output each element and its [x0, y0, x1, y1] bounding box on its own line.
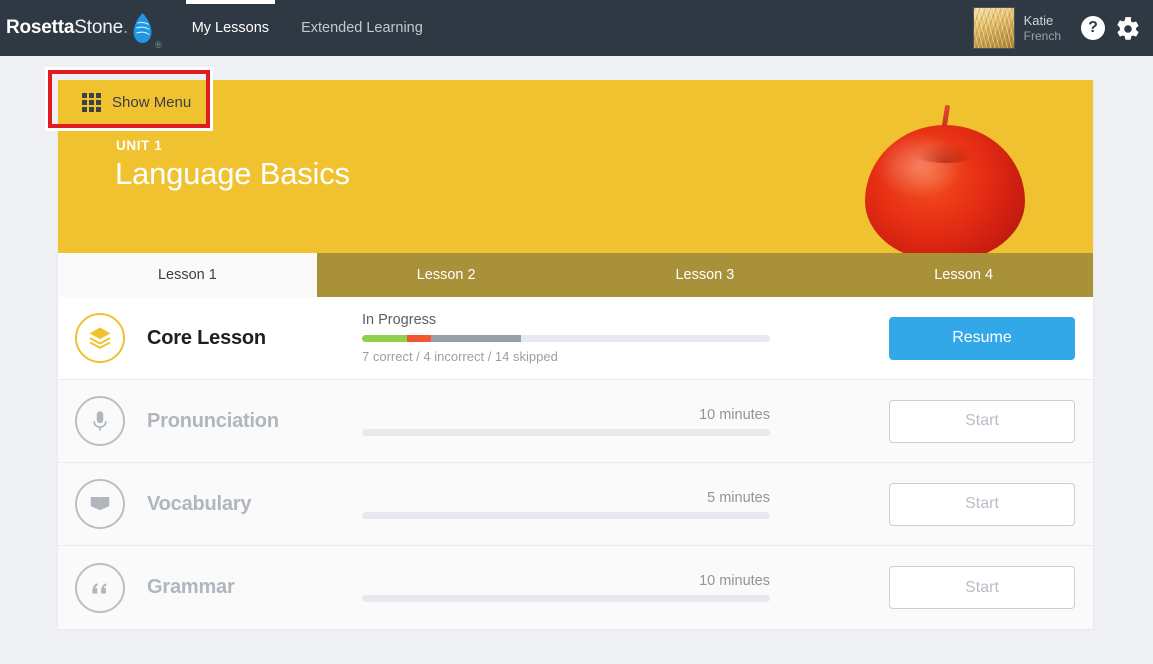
user-area: Katie French ?: [972, 0, 1153, 56]
avatar[interactable]: [972, 7, 1015, 49]
start-button-label: Start: [965, 578, 999, 596]
question-mark-icon: ?: [1081, 16, 1105, 40]
user-language: French: [1023, 28, 1061, 43]
logo-trademark: ®: [155, 40, 162, 50]
activity-progress-grammar: 10 minutes: [362, 573, 802, 602]
rosetta-stone-logo[interactable]: RosettaStone. ®: [6, 0, 162, 56]
activity-duration: 10 minutes: [699, 573, 770, 589]
activity-row-grammar: Grammar 10 minutes Start: [58, 546, 1093, 629]
start-button-label: Start: [965, 495, 999, 512]
lesson-tab-3-label: Lesson 3: [675, 267, 735, 283]
logo-period: .: [122, 17, 129, 38]
activity-action-pronunciation: Start: [889, 399, 1075, 443]
lesson-tab-1-label: Lesson 1: [157, 267, 217, 283]
activity-action-grammar: Start: [889, 566, 1075, 609]
show-menu-button[interactable]: Show Menu: [68, 85, 205, 120]
help-button[interactable]: ?: [1081, 14, 1109, 42]
lesson-tab-4[interactable]: Lesson 4: [834, 253, 1093, 297]
progress-bar: [362, 511, 770, 519]
nav-tab-extended-learning-label: Extended Learning: [301, 20, 423, 36]
rosetta-stone-logo-mark-icon: [133, 13, 152, 43]
unit-banner: Show Menu UNIT 1 Language Basics: [58, 80, 1093, 253]
activity-duration: 5 minutes: [707, 489, 770, 506]
start-button[interactable]: Start: [889, 399, 1075, 443]
unit-title: Language Basics: [115, 156, 350, 191]
progress-bar: [362, 335, 770, 342]
open-book-icon: [75, 479, 125, 529]
lesson-tab-2[interactable]: Lesson 2: [316, 253, 576, 297]
activity-duration: 10 minutes: [699, 406, 770, 423]
nav-tab-extended-learning[interactable]: Extended Learning: [285, 0, 439, 56]
activity-substatus: 7 correct / 4 incorrect / 14 skipped: [362, 349, 558, 364]
logo-text-light: Stone: [74, 17, 123, 38]
resume-button-label: Resume: [952, 329, 1012, 346]
activity-progress-pronunciation: 10 minutes: [362, 407, 802, 436]
user-meta: Katie French: [1024, 13, 1061, 42]
activity-title-pronunciation: Pronunciation: [147, 409, 279, 432]
grid-menu-icon: [82, 93, 101, 112]
activity-action-core-lesson: Resume: [889, 316, 1075, 360]
lesson-tab-2-label: Lesson 2: [416, 267, 476, 283]
activity-status: In Progress: [362, 312, 437, 328]
activity-row-core-lesson: Core Lesson In Progress 7 correct / 4 in…: [58, 297, 1093, 380]
activity-title-grammar: Grammar: [147, 576, 235, 598]
show-menu-label: Show Menu: [112, 94, 192, 111]
activity-row-pronunciation: Pronunciation 10 minutes Start: [58, 380, 1093, 463]
microphone-icon: [75, 396, 125, 446]
nav-tab-my-lessons-label: My Lessons: [191, 20, 270, 36]
activity-title-core-lesson: Core Lesson: [147, 326, 266, 349]
progress-segment-incorrect: [406, 335, 432, 342]
progress-segment-skipped: [431, 335, 522, 342]
activity-title-vocabulary: Vocabulary: [147, 492, 252, 515]
gear-icon: [1117, 17, 1139, 40]
logo-text-bold: Rosetta: [6, 17, 75, 38]
activity-action-vocabulary: Start: [889, 482, 1075, 526]
user-name: Katie: [1023, 13, 1054, 29]
progress-bar: [362, 595, 770, 602]
lesson-tab-3[interactable]: Lesson 3: [575, 253, 835, 297]
progress-segment-correct: [362, 335, 407, 342]
lesson-tab-1[interactable]: Lesson 1: [58, 253, 317, 297]
start-button-label: Start: [965, 412, 999, 429]
settings-button[interactable]: [1115, 14, 1143, 42]
quotation-marks-icon: [75, 562, 125, 613]
apple-dimple: [915, 143, 977, 163]
unit-label: UNIT 1: [116, 138, 163, 153]
activity-progress-core-lesson: In Progress 7 correct / 4 incorrect / 14…: [362, 312, 802, 364]
nav-tab-my-lessons[interactable]: My Lessons: [176, 0, 285, 56]
lesson-card: Show Menu UNIT 1 Language Basics Lesson …: [58, 80, 1093, 629]
resume-button[interactable]: Resume: [889, 316, 1075, 360]
activity-row-vocabulary: Vocabulary 5 minutes Start: [58, 463, 1093, 546]
layers-stack-icon: [75, 313, 125, 363]
activity-progress-vocabulary: 5 minutes: [362, 490, 802, 519]
progress-bar: [362, 428, 770, 436]
apple-body: [865, 125, 1025, 253]
start-button[interactable]: Start: [889, 566, 1075, 609]
start-button[interactable]: Start: [889, 482, 1075, 526]
lesson-tabs: Lesson 1 Lesson 2 Lesson 3 Lesson 4: [58, 253, 1093, 297]
top-navigation-bar: RosettaStone. ® My Lessons Extended Lear…: [0, 0, 1153, 56]
red-apple-image-icon: [865, 101, 1025, 253]
lesson-tab-4-label: Lesson 4: [934, 267, 994, 283]
